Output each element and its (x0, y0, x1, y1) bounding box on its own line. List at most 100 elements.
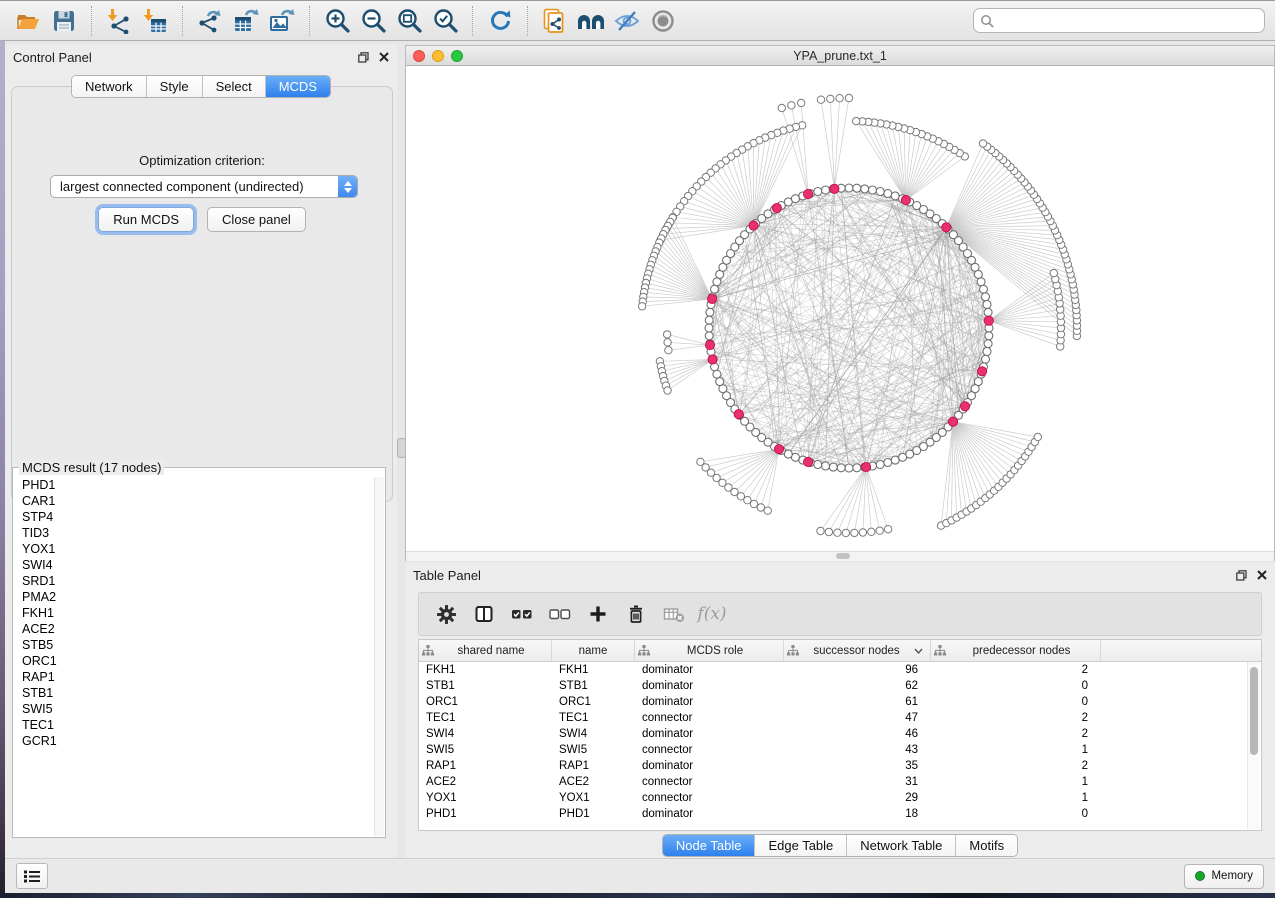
table-cell[interactable]: PHD1 (419, 806, 552, 822)
mcds-result-item[interactable]: SWI4 (22, 557, 374, 573)
table-cell[interactable]: dominator (635, 758, 784, 774)
table-cell[interactable]: FKH1 (552, 662, 635, 678)
table-cell[interactable]: 31 (784, 774, 931, 790)
search-input[interactable] (994, 13, 1258, 29)
mcds-result-item[interactable]: CAR1 (22, 493, 374, 509)
table-cell[interactable]: 1 (931, 742, 1101, 758)
table-cell[interactable]: 18 (784, 806, 931, 822)
hide-graphics-details-icon[interactable] (612, 6, 642, 36)
table-cell[interactable]: STB1 (552, 678, 635, 694)
table-cell[interactable]: dominator (635, 726, 784, 742)
table-cell[interactable]: dominator (635, 678, 784, 694)
optimization-criterion-select[interactable]: largest connected component (undirected) (50, 175, 358, 198)
mcds-result-item[interactable]: TID3 (22, 525, 374, 541)
table-cell[interactable]: FKH1 (419, 662, 552, 678)
table-cell[interactable]: dominator (635, 662, 784, 678)
mcds-result-item[interactable]: PMA2 (22, 589, 374, 605)
network-hscrollbar[interactable] (406, 551, 1274, 561)
table-cell[interactable]: 1 (931, 790, 1101, 806)
mcds-result-item[interactable]: STB1 (22, 685, 374, 701)
mcds-result-item[interactable]: STB5 (22, 637, 374, 653)
network-canvas[interactable] (406, 66, 1274, 551)
table-cell[interactable]: 29 (784, 790, 931, 806)
select-all-icon[interactable] (505, 599, 539, 629)
import-table-icon[interactable] (140, 6, 170, 36)
table-cell[interactable]: dominator (635, 806, 784, 822)
tab-edge-table[interactable]: Edge Table (755, 835, 847, 856)
apply-layout-icon[interactable] (485, 6, 515, 36)
table-cell[interactable]: 62 (784, 678, 931, 694)
save-session-icon[interactable] (49, 6, 79, 36)
table-cell[interactable]: connector (635, 790, 784, 806)
mcds-result-item[interactable]: SRD1 (22, 573, 374, 589)
table-row[interactable]: PHD1PHD1dominator180 (419, 806, 1261, 822)
table-cell[interactable]: connector (635, 710, 784, 726)
network-document-icon[interactable] (540, 6, 570, 36)
run-mcds-button[interactable]: Run MCDS (98, 207, 194, 232)
table-row[interactable]: SWI4SWI4dominator462 (419, 726, 1261, 742)
mcds-result-item[interactable]: YOX1 (22, 541, 374, 557)
column-header-name[interactable]: name (552, 640, 635, 661)
table-row[interactable]: YOX1YOX1connector291 (419, 790, 1261, 806)
column-header-predecessor-nodes[interactable]: predecessor nodes (931, 640, 1101, 661)
column-header-shared-name[interactable]: shared name (419, 640, 552, 661)
table-cell[interactable]: 0 (931, 694, 1101, 710)
tab-mcds[interactable]: MCDS (266, 76, 330, 97)
mcds-result-item[interactable]: SWI5 (22, 701, 374, 717)
close-panel-icon[interactable] (1257, 570, 1267, 580)
tab-network[interactable]: Network (72, 76, 147, 97)
float-panel-icon[interactable] (358, 52, 369, 63)
table-cell[interactable]: STB1 (419, 678, 552, 694)
tab-select[interactable]: Select (203, 76, 266, 97)
table-cell[interactable]: 1 (931, 774, 1101, 790)
table-scroll-thumb[interactable] (1250, 667, 1258, 755)
mcds-result-item[interactable]: ORC1 (22, 653, 374, 669)
table-cell[interactable]: SWI5 (419, 742, 552, 758)
table-cell[interactable]: SWI4 (552, 726, 635, 742)
table-cell[interactable]: connector (635, 774, 784, 790)
table-cell[interactable]: 35 (784, 758, 931, 774)
tab-style[interactable]: Style (147, 76, 203, 97)
table-cell[interactable]: RAP1 (419, 758, 552, 774)
table-cell[interactable]: 46 (784, 726, 931, 742)
table-settings-icon[interactable] (429, 599, 463, 629)
table-row[interactable]: STB1STB1dominator620 (419, 678, 1261, 694)
tab-motifs[interactable]: Motifs (956, 835, 1017, 856)
mcds-list-scrollbar[interactable] (374, 477, 384, 836)
deselect-all-icon[interactable] (543, 599, 577, 629)
table-cell[interactable]: 47 (784, 710, 931, 726)
mcds-result-item[interactable]: FKH1 (22, 605, 374, 621)
table-cell[interactable]: connector (635, 742, 784, 758)
table-row[interactable]: RAP1RAP1dominator352 (419, 758, 1261, 774)
table-cell[interactable]: YOX1 (552, 790, 635, 806)
delete-column-icon[interactable] (619, 599, 653, 629)
show-columns-icon[interactable] (467, 599, 501, 629)
table-cell[interactable]: ORC1 (419, 694, 552, 710)
mcds-result-item[interactable]: ACE2 (22, 621, 374, 637)
tab-node-table[interactable]: Node Table (663, 835, 756, 856)
table-cell[interactable]: 0 (931, 678, 1101, 694)
select-stepper-icon[interactable] (338, 175, 357, 198)
column-header-successor-nodes[interactable]: successor nodes (784, 640, 931, 661)
table-cell[interactable]: 2 (931, 662, 1101, 678)
tab-network-table[interactable]: Network Table (847, 835, 956, 856)
table-cell[interactable]: ACE2 (552, 774, 635, 790)
table-row[interactable]: TEC1TEC1connector472 (419, 710, 1261, 726)
table-cell[interactable]: 96 (784, 662, 931, 678)
import-network-icon[interactable] (104, 6, 134, 36)
table-cell[interactable]: dominator (635, 694, 784, 710)
table-row[interactable]: ACE2ACE2connector311 (419, 774, 1261, 790)
table-cell[interactable]: 43 (784, 742, 931, 758)
birds-eye-view-icon[interactable] (648, 6, 678, 36)
close-panel-button[interactable]: Close panel (207, 207, 306, 232)
export-network-icon[interactable] (195, 6, 225, 36)
add-column-icon[interactable] (581, 599, 615, 629)
mcds-result-item[interactable]: RAP1 (22, 669, 374, 685)
network-hscroll-thumb[interactable] (836, 553, 850, 559)
table-cell[interactable]: ORC1 (552, 694, 635, 710)
table-cell[interactable]: RAP1 (552, 758, 635, 774)
table-cell[interactable]: PHD1 (552, 806, 635, 822)
export-image-icon[interactable] (267, 6, 297, 36)
table-cell[interactable]: YOX1 (419, 790, 552, 806)
close-panel-icon[interactable] (379, 52, 389, 62)
